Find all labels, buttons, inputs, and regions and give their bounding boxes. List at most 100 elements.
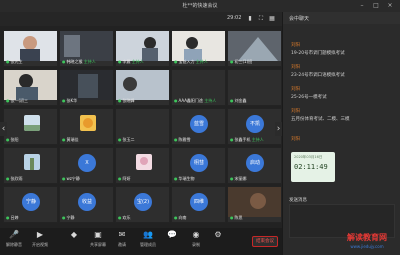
video-tile[interactable]: ●张阳 (3, 108, 58, 145)
chat-icon: 💬 (167, 230, 177, 239)
video-grid: ●张先生 ●韩晓之猴 主持人 ●李晨 主持人 ●宝爸入力 主持人 ●初三(1)班 (3, 30, 282, 224)
participant-name: ●刘金鑫 (230, 98, 247, 103)
mic-icon: ● (174, 59, 178, 64)
mic-icon: ● (118, 176, 122, 181)
mic-icon: ● (174, 98, 178, 103)
mic-icon: ● (62, 137, 66, 142)
window-title: 杜**的快速会议 (182, 3, 218, 9)
participant-name: ●李晨 主持人 (118, 59, 144, 64)
video-button[interactable]: ▶ 开启视频 (28, 230, 52, 248)
participant-video (116, 31, 169, 61)
video-tile[interactable]: 启动 ●宋丽娜 (227, 147, 282, 184)
avatar: 宝(2) (134, 193, 152, 211)
video-tile[interactable]: 宝(2) ●欢乐 (115, 186, 170, 223)
video-tile[interactable]: 宁静 ●吕婷 (3, 186, 58, 223)
mic-icon: ● (174, 137, 178, 142)
mic-icon: ● (118, 59, 122, 64)
invite-icon: ✉ (118, 230, 126, 239)
shield-icon: ◆ (70, 230, 78, 239)
participant-video (60, 70, 113, 100)
video-tile[interactable]: ●张玉二 (115, 108, 170, 145)
shared-time-image[interactable]: 2020年03月16日 02:11:49 (291, 152, 335, 182)
video-tile[interactable]: 蓝雪 ●陈雅雪 (171, 108, 226, 145)
camera-icon: ▶ (36, 230, 44, 239)
participant-name: ●张K华 (62, 98, 78, 103)
participant-name: ●张欣雨 (6, 176, 23, 181)
mute-button[interactable]: 🎤 解除静音 (2, 230, 26, 248)
video-tile[interactable]: ●韩晓之猴 主持人 (59, 30, 114, 67)
participant-name: ●宋丽娜 (230, 176, 247, 181)
avatar: 不凯 (246, 115, 264, 133)
video-tile[interactable]: ●李晨 主持人 (115, 30, 170, 67)
video-tile[interactable]: 四维 ●向南 (171, 186, 226, 223)
message-input-label: 发送消息 (289, 198, 307, 203)
participant-name: ●张鑫手机 主持人 (230, 137, 264, 142)
share-screen-button[interactable]: ▣ 共享屏幕 (86, 230, 110, 248)
video-tile[interactable]: ●张欣雨 (3, 147, 58, 184)
video-tile[interactable]: ●张先生 (3, 30, 58, 67)
more-button[interactable]: ⚙ (206, 230, 230, 242)
chat-button[interactable]: 💬 (160, 230, 184, 242)
participant-name: ●阿妍 (118, 176, 131, 181)
participant-name: ●向南 (174, 215, 187, 220)
video-tile[interactable]: ●张K华 (59, 69, 114, 106)
mic-icon: ● (6, 98, 10, 103)
mic-icon: ● (118, 137, 122, 142)
participant-name: ●张阳 (6, 137, 19, 142)
minimize-icon[interactable]: – (358, 2, 366, 10)
mic-icon: ● (174, 215, 178, 220)
maximize-icon[interactable]: □ (372, 2, 380, 10)
fullscreen-icon[interactable]: ⛶ (257, 15, 265, 23)
next-page-icon[interactable]: › (275, 122, 282, 136)
mic-icon: ● (230, 137, 234, 142)
profile-thumbnail (24, 154, 40, 170)
participant-name: ●宁静 (62, 215, 75, 220)
participant-name: ●张先生 (6, 59, 23, 64)
meeting-app: 杜**的快速会议 – □ × 29:02 ▮ ⛶ ▦ ●张先生 ●韩晓之猴 主持… (0, 0, 400, 255)
close-icon[interactable]: × (386, 2, 394, 10)
security-button[interactable]: ◆ (62, 230, 86, 242)
video-tile[interactable]: ●初三(1)班 (227, 30, 282, 67)
chat-message: 刘阳 五月份体育考试、二模、三模 (291, 109, 350, 122)
chat-title: 会中聊天 (289, 16, 310, 22)
participant-name: ●张一(初三 (6, 98, 29, 103)
mic-icon: ● (174, 176, 178, 181)
chat-header: 会中聊天 (283, 12, 400, 24)
manage-members-button[interactable]: 👥 管理成员 (136, 230, 160, 248)
end-meeting-button[interactable]: 结束会议 (252, 236, 278, 247)
members-icon: 👥 (143, 230, 153, 239)
video-tile[interactable]: ●张晓峰 (115, 69, 170, 106)
chat-message: 刘阳 (291, 137, 300, 142)
participant-video (172, 31, 225, 61)
participant-video (4, 31, 57, 61)
avatar: 栩彗 (190, 154, 208, 172)
video-tile[interactable]: ●阿妍 (115, 147, 170, 184)
previous-page-icon[interactable]: ‹ (0, 122, 7, 136)
participant-name: ●张玉二 (118, 137, 135, 142)
participant-video (116, 70, 169, 100)
invite-button[interactable]: ✉ 邀请 (110, 230, 134, 248)
profile-thumbnail (80, 115, 96, 131)
video-tile[interactable]: ●张一(初三 (3, 69, 58, 106)
mic-icon: ● (62, 98, 66, 103)
video-tile[interactable]: X ●wz宁静 (59, 147, 114, 184)
participant-name: ●初三(1)班 (230, 59, 253, 64)
profile-thumbnail (24, 115, 40, 131)
signal-icon[interactable]: ▮ (246, 15, 254, 23)
video-tile[interactable]: ●宝爸入力 主持人 (171, 30, 226, 67)
video-tile[interactable]: ●黄瑞佳 (59, 108, 114, 145)
mic-icon: ● (230, 98, 234, 103)
mic-icon: ● (118, 98, 122, 103)
video-tile[interactable]: ●AAA鑫阳门途 主持人 (171, 69, 226, 106)
participant-name: ●黄瑞佳 (62, 137, 79, 142)
video-tile[interactable]: 栩彗 ●华瑞生物 (171, 147, 226, 184)
participant-name: ●wz宁静 (62, 176, 80, 181)
record-icon: ◉ (192, 230, 200, 239)
video-tile[interactable]: 不凯 ●张鑫手机 主持人 (227, 108, 282, 145)
video-tile[interactable]: ●刘金鑫 (227, 69, 282, 106)
video-tile[interactable]: 收益 ●宁静 (59, 186, 114, 223)
mic-icon: ● (62, 176, 66, 181)
video-tile[interactable]: ●陈思 (227, 186, 282, 223)
grid-view-icon[interactable]: ▦ (268, 15, 276, 23)
record-button[interactable]: ◉ 录制 (184, 230, 208, 248)
